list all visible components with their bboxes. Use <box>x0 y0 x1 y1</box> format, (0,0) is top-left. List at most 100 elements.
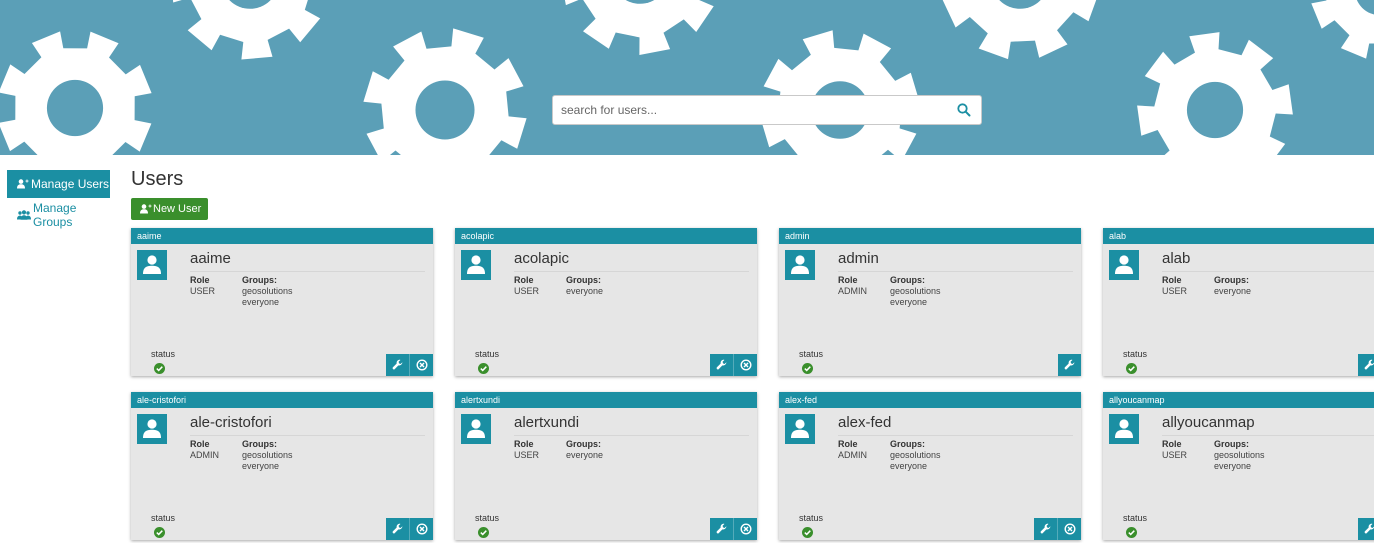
user-name: alertxundi <box>514 414 579 431</box>
groups-label: Groups: <box>566 275 601 285</box>
group-name: everyone <box>890 461 941 472</box>
status-label: status <box>151 349 175 359</box>
card-header: aaime <box>131 228 433 244</box>
card-actions <box>1058 354 1081 376</box>
divider <box>1162 435 1374 436</box>
edit-user-button[interactable] <box>710 518 733 540</box>
user-card[interactable]: acolapicacolapicRoleUSERGroups:everyones… <box>455 228 757 376</box>
wrench-icon <box>716 523 728 535</box>
search-icon[interactable] <box>956 102 972 118</box>
role-value: ADMIN <box>838 450 867 460</box>
divider <box>190 435 425 436</box>
user-card[interactable]: alex-fedalex-fedRoleADMINGroups:geosolut… <box>779 392 1081 540</box>
groups-label: Groups: <box>890 275 925 285</box>
status-label: status <box>1123 513 1147 523</box>
edit-user-button[interactable] <box>710 354 733 376</box>
edit-user-button[interactable] <box>386 518 409 540</box>
edit-user-button[interactable] <box>1058 354 1081 376</box>
groups-label: Groups: <box>566 439 601 449</box>
gear-pattern-background <box>0 0 1374 155</box>
group-name: geosolutions <box>242 450 293 461</box>
avatar <box>785 250 815 280</box>
delete-user-button[interactable] <box>733 518 757 540</box>
search-box <box>552 95 982 125</box>
new-user-button[interactable]: New User <box>131 198 208 220</box>
edit-user-button[interactable] <box>1358 354 1374 376</box>
sidebar-item-label: Manage Groups <box>33 201 110 229</box>
groups-label: Groups: <box>242 275 277 285</box>
group-name: everyone <box>890 297 941 308</box>
group-name: everyone <box>1214 286 1251 297</box>
card-header: acolapic <box>455 228 757 244</box>
avatar <box>461 250 491 280</box>
groups-label: Groups: <box>1214 275 1249 285</box>
divider <box>514 435 749 436</box>
user-add-icon <box>140 204 152 214</box>
user-name: admin <box>838 250 879 267</box>
user-card[interactable]: aaimeaaimeRoleUSERGroups:geosolutionseve… <box>131 228 433 376</box>
card-header: allyoucanmap <box>1103 392 1374 408</box>
user-card[interactable]: alertxundi alertxundi RoleUSER Groups:every… <box>455 392 757 540</box>
delete-user-button[interactable] <box>733 354 757 376</box>
status-ok-icon <box>1126 361 1137 379</box>
role-value: USER <box>514 450 539 460</box>
user-name: alab <box>1162 250 1190 267</box>
wrench-icon <box>1364 523 1374 535</box>
user-card[interactable]: adminadminRoleADMINGroups:geosolutionsev… <box>779 228 1081 376</box>
edit-user-button[interactable] <box>1358 518 1374 540</box>
avatar <box>461 414 491 444</box>
delete-icon <box>1064 523 1076 535</box>
divider <box>838 271 1073 272</box>
delete-user-button[interactable] <box>409 518 433 540</box>
sidebar-item-manage-users[interactable]: Manage Users <box>7 170 110 198</box>
user-card[interactable]: alabalabRoleUSERGroups:everyonestatus <box>1103 228 1374 376</box>
groups-list: geosolutionseveryone <box>242 286 293 308</box>
page-title: Users <box>131 168 183 191</box>
edit-user-button[interactable] <box>386 354 409 376</box>
user-card[interactable]: allyoucanmapallyoucanmapRoleUSERGroups:g… <box>1103 392 1374 540</box>
sidebar-item-manage-groups[interactable]: Manage Groups <box>7 201 110 229</box>
divider <box>838 435 1073 436</box>
group-name: everyone <box>566 286 603 297</box>
role-label: Role <box>514 439 534 449</box>
card-actions <box>386 518 433 540</box>
role-value: USER <box>514 286 539 296</box>
card-actions <box>710 518 757 540</box>
role-value: ADMIN <box>838 286 867 296</box>
user-name: allyoucanmap <box>1162 414 1255 431</box>
status-ok-icon <box>802 525 813 543</box>
role-value: ADMIN <box>190 450 219 460</box>
group-name: geosolutions <box>890 286 941 297</box>
wrench-icon <box>392 359 404 371</box>
role-label: Role <box>1162 275 1182 285</box>
edit-user-button[interactable] <box>1034 518 1057 540</box>
wrench-icon <box>392 523 404 535</box>
user-card[interactable]: ale-cristoforiale-cristoforiRoleADMINGro… <box>131 392 433 540</box>
avatar <box>137 414 167 444</box>
role-label: Role <box>838 275 858 285</box>
role-value: USER <box>1162 286 1187 296</box>
wrench-icon <box>1364 359 1374 371</box>
user-add-icon <box>17 179 29 189</box>
group-icon <box>17 210 31 220</box>
user-name: ale-cristofori <box>190 414 272 431</box>
search-input[interactable] <box>553 96 951 124</box>
group-name: everyone <box>566 450 603 461</box>
role-label: Role <box>190 275 210 285</box>
group-name: geosolutions <box>242 286 293 297</box>
groups-label: Groups: <box>1214 439 1249 449</box>
groups-label: Groups: <box>890 439 925 449</box>
delete-user-button[interactable] <box>1057 518 1081 540</box>
role-label: Role <box>1162 439 1182 449</box>
delete-icon <box>416 359 428 371</box>
new-user-label: New User <box>153 203 201 215</box>
card-header: alab <box>1103 228 1374 244</box>
card-header: alertxundi <box>455 392 757 408</box>
group-name: everyone <box>242 461 293 472</box>
group-name: everyone <box>1214 461 1265 472</box>
user-name: alex-fed <box>838 414 891 431</box>
delete-user-button[interactable] <box>409 354 433 376</box>
card-actions <box>710 354 757 376</box>
role-label: Role <box>190 439 210 449</box>
groups-list: everyone <box>1214 286 1251 297</box>
